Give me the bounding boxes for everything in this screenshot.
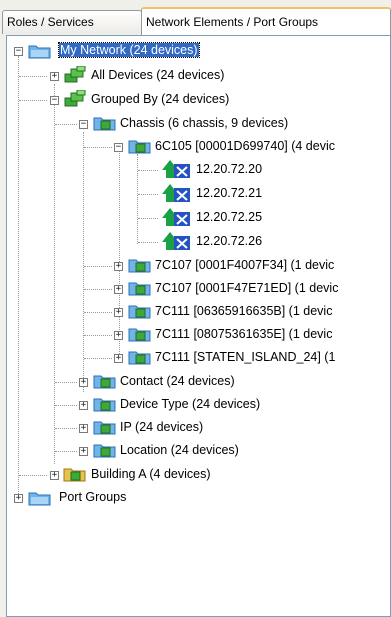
group-folder-icon <box>128 140 151 154</box>
tree-node-label: IP (24 devices) <box>120 420 204 434</box>
expand-box-icon[interactable]: + <box>114 308 123 317</box>
collapse-box-icon[interactable]: − <box>79 120 88 129</box>
expand-box-icon[interactable]: + <box>79 424 88 433</box>
expand-box-icon[interactable]: + <box>114 285 123 294</box>
network-group-icon <box>64 90 86 107</box>
tree-node-label: 7C107 [0001F47E71ED] (1 devic <box>155 281 339 295</box>
tree-guide-line <box>137 154 138 244</box>
tree-node-label[interactable]: My Network (24 devices) <box>58 42 200 58</box>
group-folder-icon <box>128 328 151 342</box>
tree-node-label: 12.20.72.25 <box>196 210 263 224</box>
tree-guide-line <box>54 84 55 464</box>
tab-roles-services[interactable]: Roles / Services <box>2 10 142 34</box>
group-folder-icon <box>128 351 151 365</box>
expand-box-icon[interactable]: + <box>114 354 123 363</box>
tree-node-label: Port Groups <box>59 490 127 504</box>
group-folder-icon <box>93 398 116 412</box>
tree-guide-line <box>119 150 120 360</box>
group-folder-icon <box>128 282 151 296</box>
tab-network-elements-port-groups[interactable]: Network Elements / Port Groups <box>141 7 391 35</box>
collapse-box-icon[interactable]: − <box>114 143 123 152</box>
expand-box-icon[interactable]: + <box>14 494 23 503</box>
tree-node-label: 12.20.72.20 <box>196 162 263 176</box>
tree-node-label: 6C105 [00001D699740] (4 devic <box>155 139 335 153</box>
tree-node-label: 12.20.72.26 <box>196 234 263 248</box>
building-folder-icon <box>63 468 86 482</box>
group-folder-icon <box>128 259 151 273</box>
tree-node-label: Location (24 devices) <box>120 443 239 457</box>
tree-node-label: Building A (4 devices) <box>91 467 211 481</box>
group-folder-icon <box>93 375 116 389</box>
tree-node-label: 7C111 [STATEN_ISLAND_24] (1 <box>155 350 336 364</box>
tree-node-label: 7C107 [0001F4007F34] (1 devic <box>155 258 335 272</box>
folder-icon <box>28 492 51 506</box>
collapse-box-icon[interactable]: − <box>50 96 59 105</box>
expand-box-icon[interactable]: + <box>79 447 88 456</box>
group-folder-icon <box>93 421 116 435</box>
expand-box-icon[interactable]: + <box>79 401 88 410</box>
tree-node-label: Chassis (6 chassis, 9 devices) <box>120 116 289 130</box>
expand-box-icon[interactable]: + <box>50 72 59 81</box>
tree-node-label: Grouped By (24 devices) <box>91 92 230 106</box>
expand-box-icon[interactable]: + <box>50 471 59 480</box>
device-icon <box>162 184 190 202</box>
device-icon <box>162 232 190 250</box>
expand-box-icon[interactable]: + <box>79 378 88 387</box>
tree-node-label: 12.20.72.21 <box>196 186 263 200</box>
device-icon <box>162 208 190 226</box>
network-group-icon <box>64 66 86 83</box>
tree-guide-line <box>18 56 19 496</box>
tree-node-label: All Devices (24 devices) <box>91 68 225 82</box>
tree-node-label: 7C111 [06365916635B] (1 devic <box>155 304 333 318</box>
network-folder-icon <box>28 45 51 59</box>
expand-box-icon[interactable]: + <box>114 331 123 340</box>
group-folder-icon <box>93 444 116 458</box>
network-tree-panel: − My Network (24 devices) + All Devices … <box>6 35 391 617</box>
tab-bar: Roles / Services Network Elements / Port… <box>0 0 391 36</box>
group-folder-icon <box>128 305 151 319</box>
device-icon <box>162 160 190 178</box>
tree-guide-line <box>83 132 84 392</box>
tree-node-label: Device Type (24 devices) <box>120 397 261 411</box>
tree-node-label: 7C111 [08075361635E] (1 devic <box>155 327 333 341</box>
expand-box-icon[interactable]: + <box>114 262 123 271</box>
tree-node-label: Contact (24 devices) <box>120 374 235 388</box>
collapse-box-icon[interactable]: − <box>14 47 23 56</box>
group-folder-icon <box>93 117 116 131</box>
